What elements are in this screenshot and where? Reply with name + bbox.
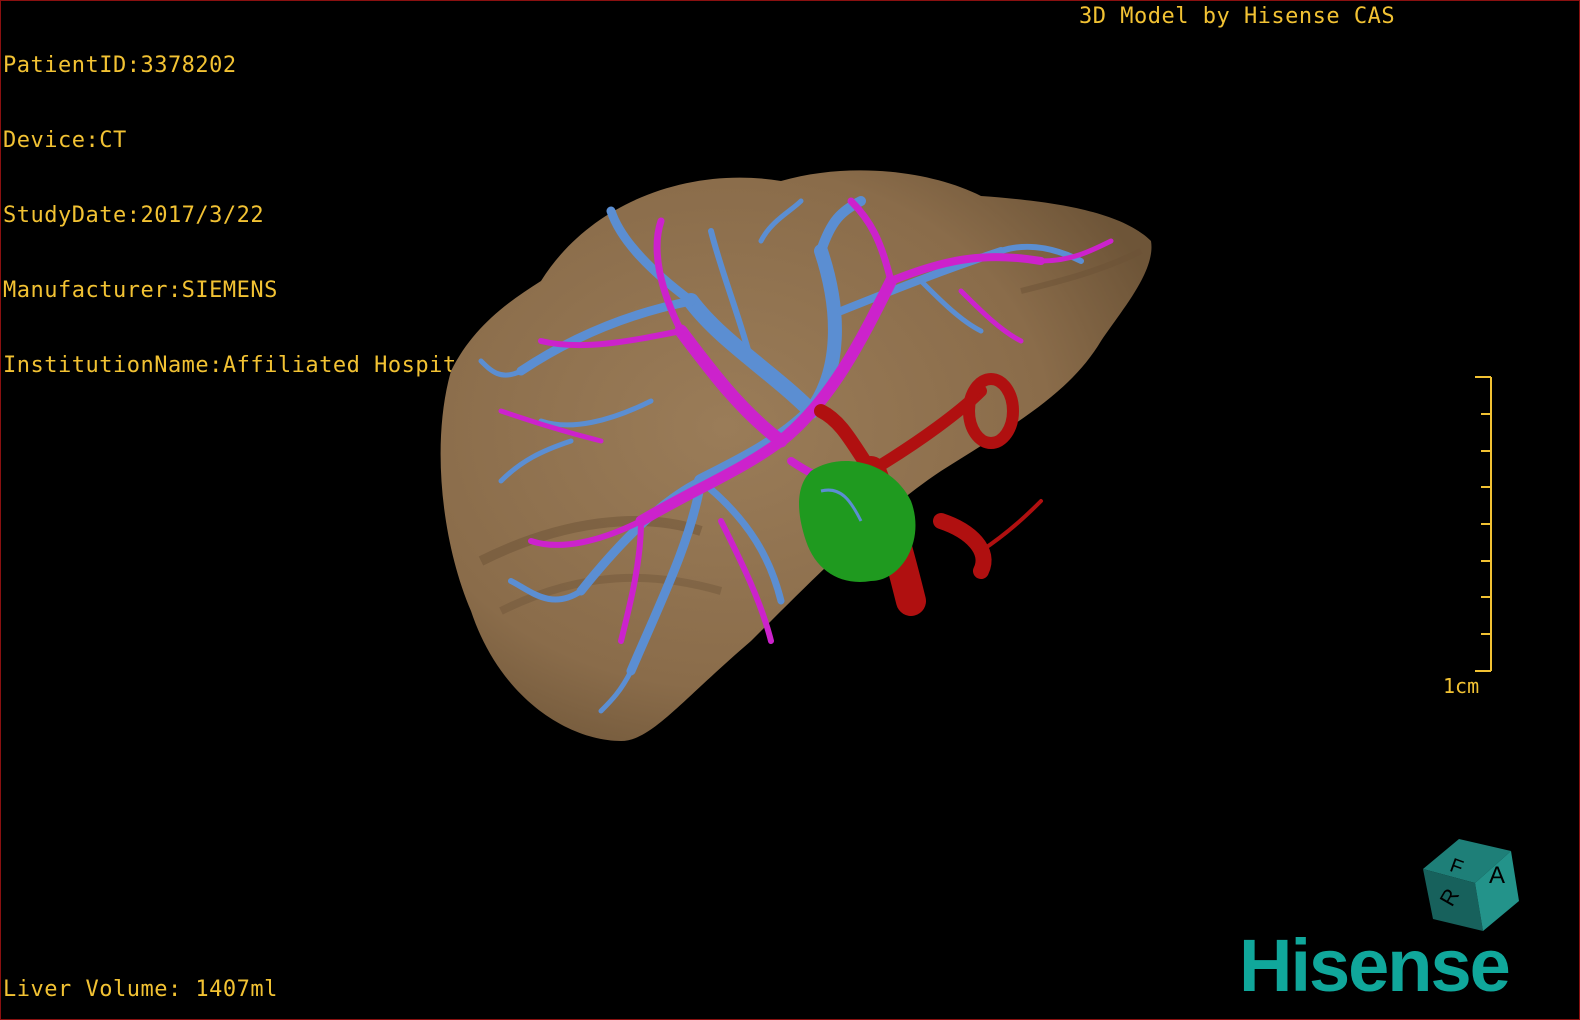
viewer-title: 3D Model by Hisense CAS bbox=[1079, 4, 1396, 29]
liver-surface bbox=[440, 170, 1152, 742]
patient-id-text: PatientID:3378202 bbox=[3, 53, 237, 78]
hisense-logo: Hisense bbox=[1239, 924, 1511, 1007]
scale-bar-icon bbox=[1475, 376, 1492, 672]
liver-3d-model[interactable] bbox=[421, 141, 1181, 761]
scale-bar-label: 1cm bbox=[1443, 674, 1480, 698]
3d-viewport[interactable]: PatientID:3378202 Device:CT StudyDate:20… bbox=[0, 0, 1580, 1020]
cube-face-a: A bbox=[1489, 862, 1505, 889]
liver-volume-text: Liver Volume: 1407ml bbox=[3, 977, 278, 1002]
